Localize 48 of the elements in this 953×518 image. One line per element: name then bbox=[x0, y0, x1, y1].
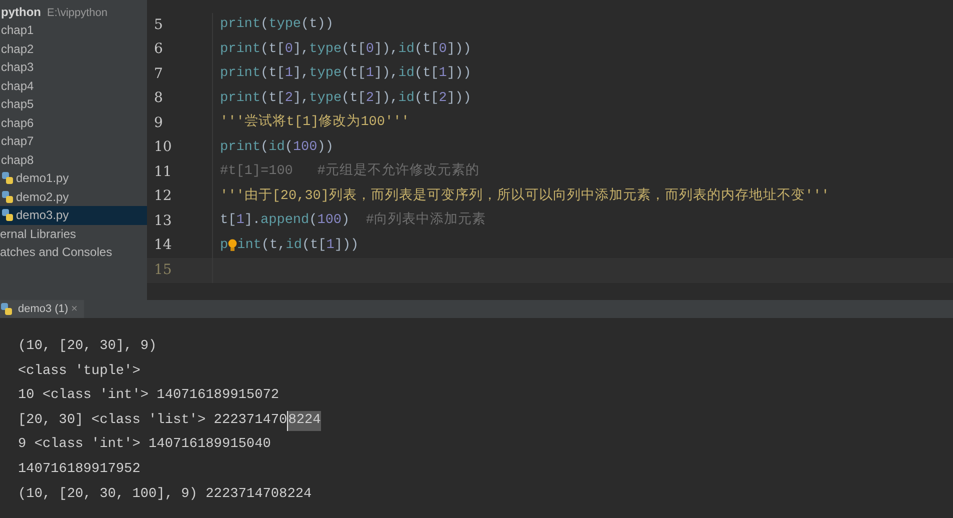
code-line: 11 #t[1]=100 #元组是不允许修改元素的 bbox=[147, 160, 953, 184]
lightbulb-icon[interactable] bbox=[228, 239, 238, 252]
code-line: 10 print(id(100)) bbox=[147, 136, 953, 160]
output-text: 10 <class 'int'> 140716189915072 bbox=[18, 387, 280, 406]
output-text: (10, [20, 30, 100], 9) 2223714708224 bbox=[18, 486, 312, 504]
line-number: 12 bbox=[147, 184, 213, 209]
tree-item[interactable]: chap8 bbox=[0, 150, 147, 169]
tree-item[interactable]: chap3 bbox=[0, 58, 147, 76]
output-text: <class 'tuple'> bbox=[18, 362, 140, 381]
code-line: 8 print(t[2],type(t[2]),id(t[2])) bbox=[147, 86, 953, 111]
line-number: 10 bbox=[147, 136, 213, 160]
line-number: 13 bbox=[147, 209, 213, 234]
python-file-icon bbox=[0, 302, 13, 316]
tree-item[interactable]: chap1 bbox=[0, 21, 147, 40]
tree-item[interactable]: chap6 bbox=[0, 114, 147, 132]
tree-item[interactable]: demo1.py bbox=[0, 169, 147, 188]
code-line: 5 print(type(t)) bbox=[147, 13, 953, 38]
output-text: 9 <class 'int'> 140716189915040 bbox=[18, 436, 271, 454]
line-number: 7 bbox=[147, 62, 213, 86]
code-line: 12 '''由于[20,30]列表，而列表是可变序列，所以可以向列中添加元素，而列表的内存地址不变''' bbox=[147, 184, 953, 209]
line-number: 6 bbox=[147, 38, 213, 62]
python-file-icon bbox=[1, 208, 14, 222]
output-text: 140716189917952 bbox=[18, 461, 140, 480]
code-line: 9 '''尝试将t[1]修改为100''' bbox=[147, 111, 953, 136]
project-name[interactable]: python bbox=[1, 3, 41, 21]
tree-item[interactable]: chap2 bbox=[0, 40, 147, 58]
console-tab[interactable]: demo3 (1) × bbox=[0, 300, 84, 318]
python-file-icon bbox=[1, 171, 14, 186]
tree-item[interactable]: chap7 bbox=[0, 132, 147, 150]
tree-item[interactable]: chap5 bbox=[0, 95, 147, 114]
line-number: 8 bbox=[147, 86, 213, 111]
code-line: 6 print(t[0],type(t[0]),id(t[0])) bbox=[147, 38, 953, 62]
line-number: 15 bbox=[147, 258, 213, 282]
code-line: 13 t[1].append(100) #向列表中添加元素 bbox=[147, 209, 953, 234]
tree-item[interactable]: demo2.py bbox=[0, 188, 147, 206]
tree-item[interactable]: demo3.py bbox=[0, 206, 147, 224]
tree-item[interactable]: atches and Consoles bbox=[0, 243, 147, 262]
line-number: 5 bbox=[147, 13, 213, 38]
line-number: 11 bbox=[147, 160, 213, 184]
python-file-icon bbox=[1, 190, 14, 204]
output-text: [20, 30] <class 'list'> 222371470 bbox=[18, 412, 288, 430]
tree-item[interactable]: chap4 bbox=[0, 76, 147, 95]
tree-item[interactable]: ernal Libraries bbox=[0, 224, 147, 243]
output-text: 8224 bbox=[287, 410, 321, 432]
line-number: 9 bbox=[147, 111, 213, 136]
project-path: E:\vippython bbox=[47, 6, 108, 21]
code-line: 7 print(t[1],type(t[1]),id(t[1])) bbox=[147, 62, 953, 86]
output-text: (10, [20, 30], 9) bbox=[18, 338, 157, 356]
